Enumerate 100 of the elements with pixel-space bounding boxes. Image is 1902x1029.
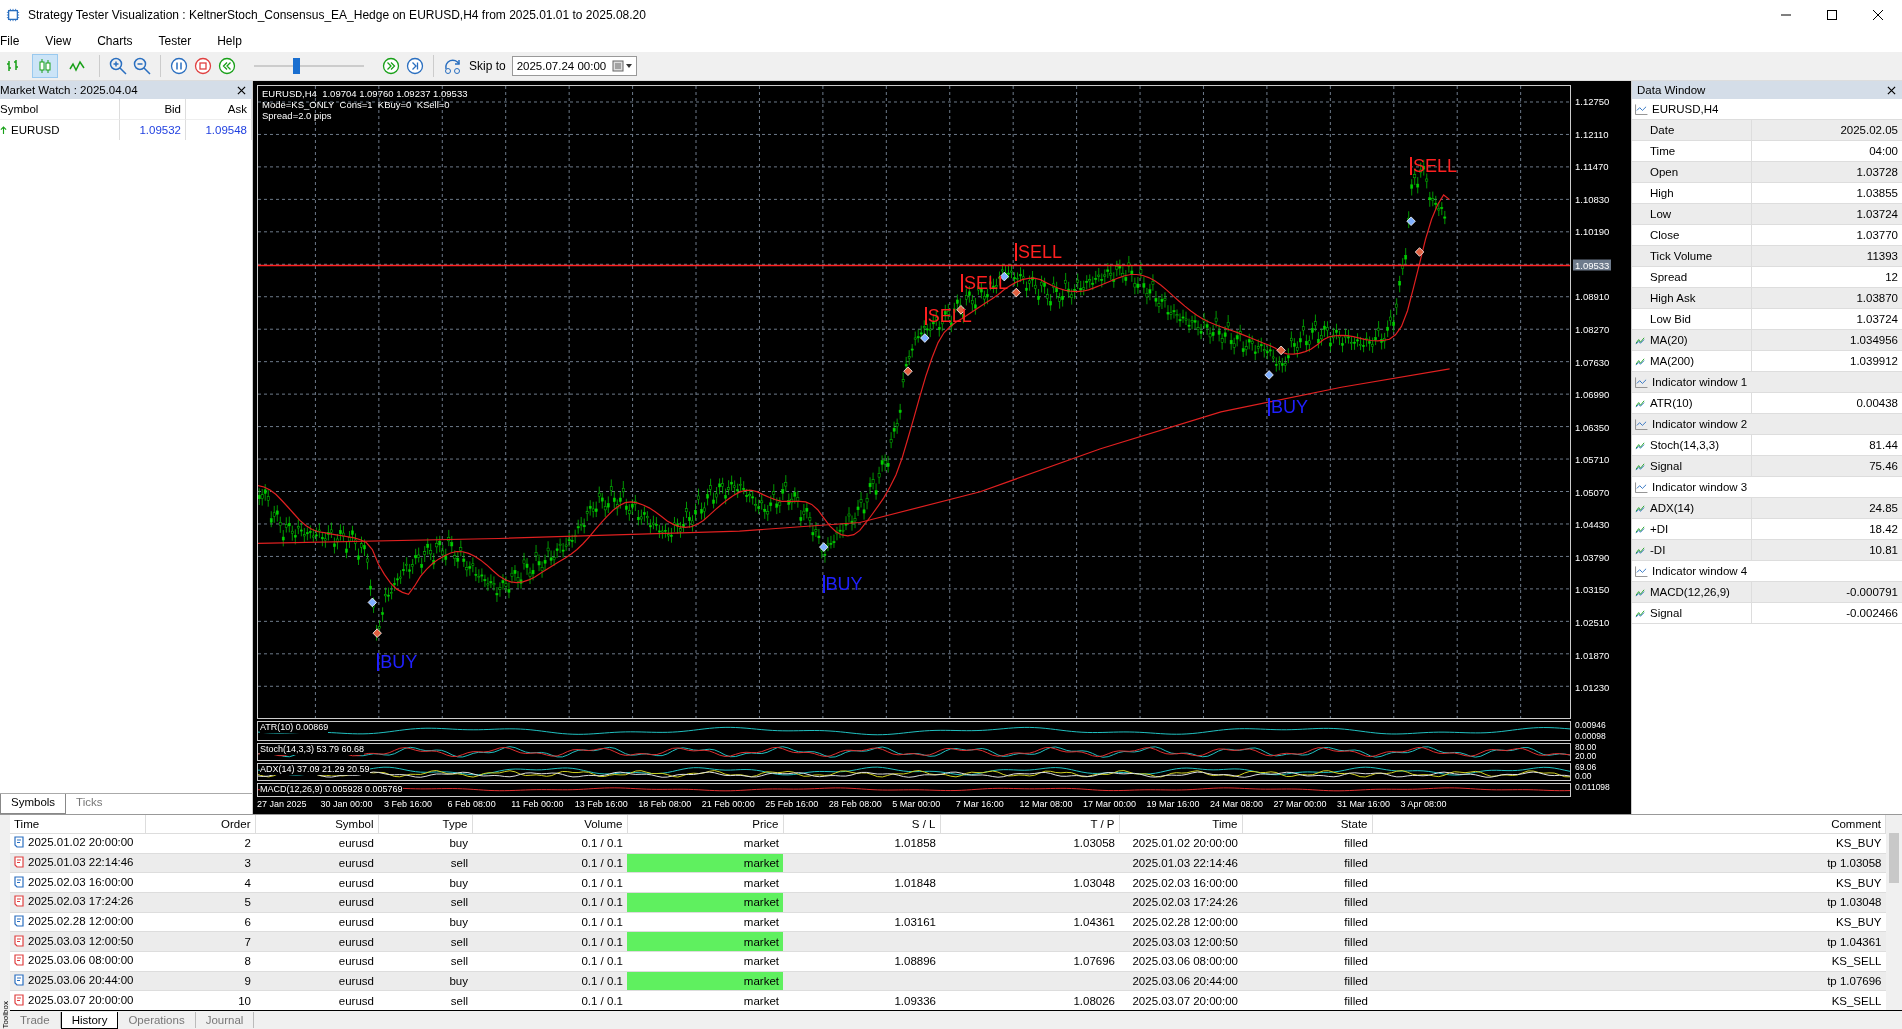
field-label: Spread [1650, 271, 1688, 283]
close-icon[interactable] [1872, 9, 1884, 21]
table-cell: buy [378, 971, 472, 991]
zoom-out-icon[interactable] [133, 57, 151, 75]
column-header[interactable]: Price [627, 815, 783, 834]
column-header[interactable]: State [1242, 815, 1372, 834]
price-tick-label: 1.05710 [1575, 453, 1610, 465]
table-cell: filled [1242, 853, 1372, 873]
field-value: -0.000791 [1845, 585, 1899, 600]
table-cell: market [627, 853, 783, 873]
indicator-icon [1635, 398, 1646, 408]
table-cell: eurusd [255, 931, 378, 952]
panel-tab[interactable]: Operations [118, 1012, 196, 1028]
table-cell: 9 [145, 971, 255, 991]
column-header[interactable]: T / P [940, 815, 1119, 834]
field-label: Stoch(14,3,3) [1650, 439, 1720, 451]
rewind-icon[interactable] [218, 57, 236, 75]
step-forward-icon[interactable] [406, 57, 424, 75]
price-tick-label: 1.04430 [1575, 518, 1610, 530]
time-tick-label: 3 Feb 16:00 [384, 798, 434, 811]
table-cell: eurusd [255, 971, 378, 991]
column-header[interactable]: Type [378, 815, 472, 834]
line-chart-icon [1635, 481, 1648, 493]
menu-item[interactable]: Tester [156, 34, 206, 48]
panel-tab[interactable]: Ticks [66, 794, 113, 814]
symbol-cell[interactable]: EURUSD [0, 119, 120, 140]
pause-icon[interactable] [170, 57, 188, 75]
field-label: Tick Volume [1650, 250, 1713, 262]
table-cell: 5 [145, 892, 255, 913]
field-label: High Ask [1650, 292, 1696, 304]
panel-tab[interactable]: Trade [10, 1012, 61, 1028]
panel-tab[interactable]: Symbols [0, 794, 67, 814]
indicator-icon [1635, 608, 1646, 618]
column-header[interactable]: Symbol [255, 815, 378, 834]
table-cell: 0.1 / 0.1 [472, 971, 627, 991]
price-tick-label: 1.01230 [1575, 681, 1610, 693]
price-tick-label: 1.03790 [1575, 551, 1610, 563]
panel-tab[interactable]: History [60, 1011, 119, 1029]
stop-icon[interactable] [194, 57, 212, 75]
table-cell: eurusd [255, 892, 378, 913]
table-cell: sell [378, 853, 472, 873]
table-cell: tp 1.03048 [1372, 892, 1886, 913]
table-cell: 2025.03.03 12:00:50 [10, 931, 145, 952]
column-header[interactable]: Time [1119, 815, 1242, 834]
column-header[interactable]: Bid [120, 99, 186, 119]
scale-label: 0.00 [1574, 772, 1593, 781]
indicator-icon [1635, 587, 1646, 597]
date-field[interactable]: 2025.07.24 00:00 [511, 56, 638, 76]
time-tick-label: 13 Feb 16:00 [574, 798, 629, 811]
column-header[interactable]: S / L [783, 815, 940, 834]
time-tick-label: 12 Mar 08:00 [1019, 798, 1074, 811]
menu-item[interactable]: Charts [95, 34, 147, 48]
fast-forward-icon[interactable] [382, 57, 400, 75]
field-value: 1.039912 [1849, 354, 1899, 369]
skip-to-label: Skip to [469, 59, 506, 73]
time-tick-label: 6 Feb 08:00 [447, 798, 497, 811]
ask-cell: 1.09548 [186, 119, 252, 140]
menu-item[interactable]: Help [215, 34, 256, 48]
zoom-in-icon[interactable] [109, 57, 127, 75]
column-header[interactable]: Order [145, 815, 255, 834]
candlestick-button[interactable] [32, 54, 58, 78]
table-cell: 3 [145, 853, 255, 873]
close-icon[interactable] [1887, 85, 1896, 95]
column-header[interactable]: Ask [186, 99, 252, 119]
indicator-icon [1635, 545, 1646, 555]
menu-item[interactable]: File [0, 34, 34, 48]
menu-item[interactable]: View [43, 34, 86, 48]
time-tick-label: 31 Mar 16:00 [1337, 798, 1392, 811]
speed-slider[interactable] [254, 57, 364, 75]
price-tick-label: 1.12110 [1575, 128, 1609, 140]
column-header[interactable]: Comment [1372, 815, 1886, 834]
column-header[interactable]: Symbol [0, 99, 120, 119]
line-chart-icon [1635, 565, 1648, 577]
panel-tab[interactable]: Journal [195, 1012, 255, 1028]
calendar-dropdown-icon[interactable] [612, 60, 635, 72]
maximize-icon[interactable] [1826, 9, 1838, 21]
price-tick-label: 1.07630 [1575, 356, 1610, 368]
price-tick-label: 1.06350 [1575, 421, 1610, 433]
table-cell: tp 1.04361 [1372, 931, 1886, 952]
slider-thumb[interactable] [292, 58, 300, 74]
time-tick-label: 5 Mar 00:00 [892, 798, 942, 811]
price-tick-label: 1.01870 [1575, 649, 1610, 661]
column-header[interactable]: Time [10, 815, 145, 834]
field-label: Date [1650, 124, 1675, 136]
column-header[interactable]: Volume [472, 815, 627, 834]
field-label: Low Bid [1650, 313, 1691, 325]
symbol-name: EURUSD [11, 123, 60, 138]
table-cell: filled [1242, 892, 1372, 913]
chart-info-text: Mode=KS_ONLY Cons=1 KBuy=0 KSell=0 [262, 99, 451, 110]
close-icon[interactable] [237, 85, 246, 95]
price-tick-label: 1.02510 [1575, 616, 1610, 628]
field-label: Time [1650, 145, 1676, 157]
field-value: 1.03770 [1855, 228, 1899, 243]
scale-label: 20.00 [1574, 752, 1598, 761]
indicator-icon [1635, 461, 1646, 471]
indicator-icon [1635, 335, 1646, 345]
table-cell: tp 1.03058 [1372, 853, 1886, 873]
scrollbar[interactable] [1886, 815, 1902, 1010]
toolbox-label: Toolbox [0, 1001, 10, 1029]
line-chart-icon [1635, 376, 1648, 388]
